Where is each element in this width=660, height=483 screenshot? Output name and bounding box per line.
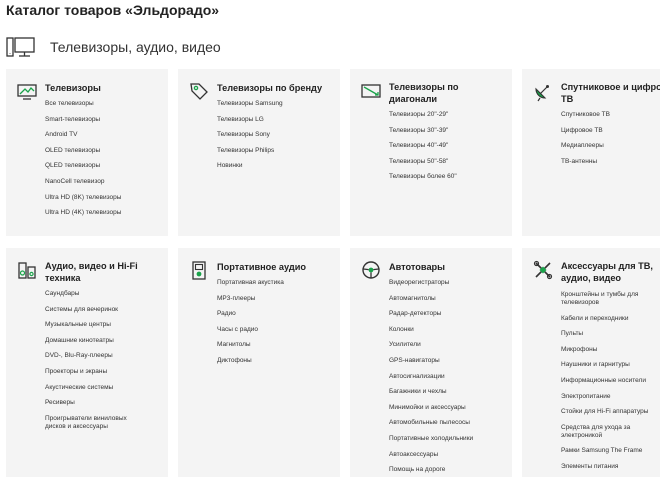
category-link[interactable]: Новинки: [217, 162, 337, 170]
category-links: Телевизоры 20"-29" Телевизоры 30"-39" Те…: [389, 111, 509, 189]
category-link[interactable]: Информационные носители: [561, 377, 660, 385]
category-link[interactable]: Ресиверы: [45, 399, 165, 407]
section-title: Телевизоры, аудио, видео: [50, 39, 221, 55]
category-link[interactable]: Телевизоры 40"-49": [389, 142, 509, 150]
tv-monitor-icon: [6, 34, 36, 60]
category-grid: Телевизоры Все телевизоры Smart-телевизо…: [6, 69, 660, 483]
category-link[interactable]: Спутниковое ТВ: [561, 111, 660, 119]
category-link[interactable]: Пульты: [561, 330, 660, 338]
category-link[interactable]: GPS-навигаторы: [389, 357, 509, 365]
category-card-satellite-tv: Спутниковое и цифровое ТВ Спутниковое ТВ…: [522, 69, 660, 236]
category-link[interactable]: Ultra HD (8K) телевизоры: [45, 194, 165, 202]
category-card-audio-video-hifi: Аудио, видео и Hi-Fi техника Саундбары С…: [6, 248, 168, 477]
speakers-icon: [16, 259, 38, 281]
category-link[interactable]: Портативные холодильники: [389, 435, 509, 443]
category-link[interactable]: Кабели и переходники: [561, 315, 660, 323]
category-links: Кронштейны и тумбы для телевизоров Кабел…: [561, 291, 660, 477]
category-link[interactable]: Диктофоны: [217, 357, 337, 365]
category-title[interactable]: Автотовары: [389, 262, 507, 274]
category-link[interactable]: Стойки для Hi-Fi аппаратуры: [561, 408, 660, 416]
category-link[interactable]: Телевизоры более 60": [389, 173, 509, 181]
category-link[interactable]: Наушники и гарнитуры: [561, 361, 660, 369]
category-link[interactable]: Телевизоры Sony: [217, 131, 337, 139]
category-link[interactable]: Электропитание: [561, 393, 660, 401]
category-title[interactable]: Портативное аудио: [217, 262, 335, 274]
category-link[interactable]: Автомобильные пылесосы: [389, 419, 509, 427]
category-link[interactable]: Проекторы и экраны: [45, 368, 165, 376]
category-title[interactable]: Телевизоры по диагонали: [389, 82, 507, 105]
category-link[interactable]: Телевизоры 30"-39": [389, 127, 509, 135]
category-link[interactable]: NanoCell телевизор: [45, 178, 165, 186]
category-link[interactable]: Часы с радио: [217, 326, 337, 334]
category-card-tv-diagonal: Телевизоры по диагонали Телевизоры 20"-2…: [350, 69, 512, 236]
tag-icon: [188, 80, 210, 102]
category-card-tvs: Телевизоры Все телевизоры Smart-телевизо…: [6, 69, 168, 236]
category-link[interactable]: DVD-, Blu-Ray-плееры: [45, 352, 165, 360]
tv-icon: [16, 80, 38, 102]
category-title[interactable]: Телевизоры по бренду: [217, 83, 335, 95]
category-links: Телевизоры Samsung Телевизоры LG Телевиз…: [217, 100, 337, 178]
category-link[interactable]: Телевизоры Samsung: [217, 100, 337, 108]
category-link[interactable]: Телевизоры 50"-58": [389, 158, 509, 166]
category-title[interactable]: Аксессуары для ТВ, аудио, видео: [561, 261, 660, 284]
category-card-tv-accessories: Аксессуары для ТВ, аудио, видео Кронштей…: [522, 248, 660, 477]
category-link[interactable]: Минимойки и аксессуары: [389, 404, 509, 412]
category-link[interactable]: QLED телевизоры: [45, 162, 165, 170]
category-link[interactable]: Портативная акустика: [217, 279, 337, 287]
section-header: Телевизоры, аудио, видео: [6, 34, 221, 60]
category-links: Спутниковое ТВ Цифровое ТВ Медиаплееры Т…: [561, 111, 660, 173]
category-link[interactable]: Ultra HD (4K) телевизоры: [45, 209, 165, 217]
category-link[interactable]: MP3-плееры: [217, 295, 337, 303]
category-link[interactable]: OLED телевизоры: [45, 147, 165, 155]
category-link[interactable]: Акустические системы: [45, 384, 165, 392]
category-link[interactable]: Медиаплееры: [561, 142, 660, 150]
steering-wheel-icon: [360, 259, 382, 281]
satellite-dish-icon: [532, 80, 554, 102]
category-link[interactable]: Smart-телевизоры: [45, 116, 165, 124]
category-link[interactable]: Автоаксессуары: [389, 451, 509, 459]
category-link[interactable]: Системы для вечеринок: [45, 306, 165, 314]
category-link[interactable]: Элементы питания: [561, 463, 660, 471]
category-title[interactable]: Аудио, видео и Hi-Fi техника: [45, 261, 163, 284]
category-link[interactable]: Видеорегистраторы: [389, 279, 509, 287]
diagonal-screen-icon: [360, 80, 382, 102]
category-link[interactable]: ТВ-антенны: [561, 158, 660, 166]
category-link[interactable]: Радар-детекторы: [389, 310, 509, 318]
category-links: Портативная акустика MP3-плееры Радио Ча…: [217, 279, 337, 373]
category-link[interactable]: Радио: [217, 310, 337, 318]
category-link[interactable]: Рамки Samsung The Frame: [561, 447, 660, 455]
category-link[interactable]: Колонки: [389, 326, 509, 334]
category-links: Видеорегистраторы Автомагнитолы Радар-де…: [389, 279, 509, 477]
category-title[interactable]: Спутниковое и цифровое ТВ: [561, 82, 660, 105]
category-link[interactable]: Телевизоры LG: [217, 116, 337, 124]
category-card-tv-brands: Телевизоры по бренду Телевизоры Samsung …: [178, 69, 340, 236]
portable-player-icon: [188, 259, 210, 281]
category-link[interactable]: Проигрыватели виниловых дисков и аксессу…: [45, 415, 140, 431]
category-link[interactable]: Саундбары: [45, 290, 165, 298]
category-link[interactable]: Телевизоры Philips: [217, 147, 337, 155]
category-card-portable-audio: Портативное аудио Портативная акустика M…: [178, 248, 340, 477]
category-link[interactable]: Телевизоры 20"-29": [389, 111, 509, 119]
category-link[interactable]: Багажники и чехлы: [389, 388, 509, 396]
category-links: Саундбары Системы для вечеринок Музыкаль…: [45, 290, 165, 438]
page-title: Каталог товаров «Эльдорадо»: [6, 2, 220, 18]
category-link[interactable]: Все телевизоры: [45, 100, 165, 108]
category-link[interactable]: Кронштейны и тумбы для телевизоров: [561, 291, 660, 307]
category-link[interactable]: Автомагнитолы: [389, 295, 509, 303]
category-link[interactable]: Помощь на дороге: [389, 466, 509, 474]
category-link[interactable]: Цифровое ТВ: [561, 127, 660, 135]
category-links: Все телевизоры Smart-телевизоры Android …: [45, 100, 165, 225]
category-link[interactable]: Домашние кинотеатры: [45, 337, 165, 345]
category-link[interactable]: Микрофоны: [561, 346, 660, 354]
tools-cross-icon: [532, 259, 554, 281]
category-card-auto-goods: Автотовары Видеорегистраторы Автомагнито…: [350, 248, 512, 477]
category-link[interactable]: Средства для ухода за электроникой: [561, 424, 656, 440]
category-title[interactable]: Телевизоры: [45, 83, 163, 95]
category-link[interactable]: Музыкальные центры: [45, 321, 165, 329]
category-link[interactable]: Автосигнализации: [389, 373, 509, 381]
category-link[interactable]: Магнитолы: [217, 341, 337, 349]
category-link[interactable]: Усилители: [389, 341, 509, 349]
category-link[interactable]: Android TV: [45, 131, 165, 139]
